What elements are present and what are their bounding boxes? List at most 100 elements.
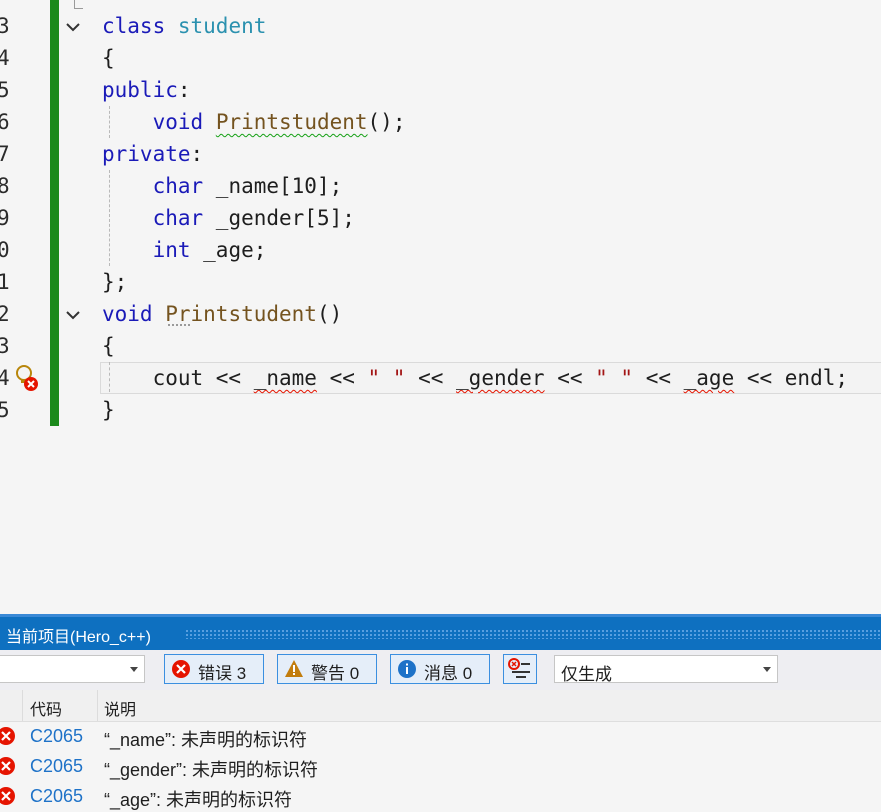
code-line[interactable]: int _age;	[102, 234, 267, 266]
peek-definition-dots	[168, 324, 190, 326]
errors-filter-button[interactable]: 错误 3	[164, 654, 264, 684]
scope-dropdown[interactable]	[0, 655, 145, 683]
messages-count-label: 消息 0	[424, 664, 473, 683]
column-header-description[interactable]: 说明	[104, 696, 136, 720]
code-line[interactable]: char _gender[5];	[102, 202, 355, 234]
error-code[interactable]: C2065	[30, 786, 83, 807]
error-code[interactable]: C2065	[30, 756, 83, 777]
line-number: 8	[0, 174, 10, 198]
code-token: char	[152, 206, 204, 230]
collapse-class-toggle-icon[interactable]	[64, 18, 82, 36]
line-number: 9	[0, 206, 10, 230]
code-token: _gender	[456, 366, 545, 390]
chevron-down-icon	[130, 667, 138, 672]
collapse-function-toggle-icon[interactable]	[64, 306, 82, 324]
code-token: <<	[316, 366, 368, 390]
error-list-toolbar: 错误 3 警告 0 消息 0 仅生成	[0, 650, 881, 690]
code-token: class	[102, 14, 166, 38]
code-token: << endl;	[734, 366, 849, 390]
fold-guide	[74, 0, 83, 9]
column-divider[interactable]	[97, 690, 98, 721]
panel-title: 当前项目(Hero_c++)	[6, 629, 151, 646]
code-token: " "	[595, 366, 634, 390]
error-icon	[0, 757, 15, 775]
code-token: {	[102, 334, 115, 358]
filter-icon	[508, 658, 530, 678]
error-description: “_age”: 未声明的标识符	[104, 790, 293, 810]
error-icon	[172, 660, 190, 678]
error-description: “_gender”: 未声明的标识符	[104, 760, 319, 780]
code-line[interactable]: void Printstudent()	[102, 298, 342, 330]
info-icon	[398, 660, 416, 678]
warnings-filter-button[interactable]: 警告 0	[277, 654, 377, 684]
code-token: :	[190, 142, 204, 166]
error-icon	[0, 727, 15, 745]
quick-actions-lightbulb-icon[interactable]	[12, 363, 38, 393]
code-token: private	[102, 142, 191, 166]
code-line[interactable]: char _name[10];	[102, 170, 343, 202]
code-line[interactable]: }	[102, 394, 115, 426]
line-number: 5	[0, 78, 10, 102]
code-token: <<	[633, 366, 684, 390]
code-line[interactable]: private:	[102, 138, 203, 170]
code-token: cout <<	[102, 366, 254, 390]
code-line[interactable]: public:	[102, 74, 191, 106]
code-token: _gender[5];	[203, 206, 355, 230]
code-token: " "	[367, 366, 406, 390]
code-token: char	[152, 174, 204, 198]
error-row[interactable]: C2065 “_name”: 未声明的标识符	[0, 722, 881, 752]
code-token: _age;	[190, 238, 267, 262]
code-token: void	[152, 110, 204, 134]
code-token: {	[102, 46, 115, 70]
line-number: 7	[0, 142, 10, 166]
line-number: 4	[0, 366, 10, 390]
code-token: };	[102, 270, 128, 294]
line-number: 4	[0, 46, 10, 70]
line-number: 2	[0, 302, 10, 326]
code-line[interactable]: class student	[102, 10, 266, 42]
code-token: :	[177, 78, 191, 102]
messages-filter-button[interactable]: 消息 0	[390, 654, 490, 684]
code-token: <<	[544, 366, 596, 390]
error-row[interactable]: C2065 “_gender”: 未声明的标识符	[0, 752, 881, 782]
code-line[interactable]: void Printstudent();	[102, 106, 406, 138]
error-list-header: 代码 说明	[0, 690, 881, 722]
code-line[interactable]: };	[102, 266, 127, 298]
code-editor[interactable]: 3 4 5 6 7 8 9 0 1 2 3 4 5 class student {public: void…	[0, 0, 881, 614]
code-token: public	[102, 78, 178, 102]
code-token: _name[10];	[203, 174, 343, 198]
code-token: Printstudent	[215, 110, 368, 134]
code-token: int	[152, 238, 191, 262]
filter-button[interactable]	[503, 654, 537, 684]
errors-count-label: 错误 3	[198, 664, 247, 683]
panel-title-bar[interactable]: 当前项目(Hero_c++)	[0, 614, 881, 650]
code-token: <<	[405, 366, 457, 390]
code-token: void	[102, 302, 153, 326]
code-line[interactable]: cout << _name << " " << _gender << " " <…	[102, 362, 848, 394]
code-token: }	[102, 398, 115, 422]
line-number: 1	[0, 270, 10, 294]
code-line[interactable]: {	[102, 330, 115, 362]
code-token: Printstudent	[165, 302, 317, 326]
chevron-down-icon	[763, 667, 771, 672]
column-header-code[interactable]: 代码	[30, 696, 62, 720]
line-number: 6	[0, 110, 10, 134]
title-grip	[185, 629, 881, 639]
code-token: ()	[316, 302, 343, 326]
code-token: student	[177, 14, 267, 38]
code-line[interactable]: {	[102, 42, 115, 74]
error-code[interactable]: C2065	[30, 726, 83, 747]
error-list-panel: 当前项目(Hero_c++) 错误 3 警告 0 消息 0 仅生成 代码 说明 …	[0, 614, 881, 810]
error-row[interactable]: C2065 “_age”: 未声明的标识符	[0, 782, 881, 812]
change-tracking-bar	[50, 0, 59, 426]
warnings-count-label: 警告 0	[311, 664, 360, 683]
build-intellisense-dropdown[interactable]: 仅生成	[554, 655, 778, 684]
column-divider[interactable]	[22, 690, 23, 721]
